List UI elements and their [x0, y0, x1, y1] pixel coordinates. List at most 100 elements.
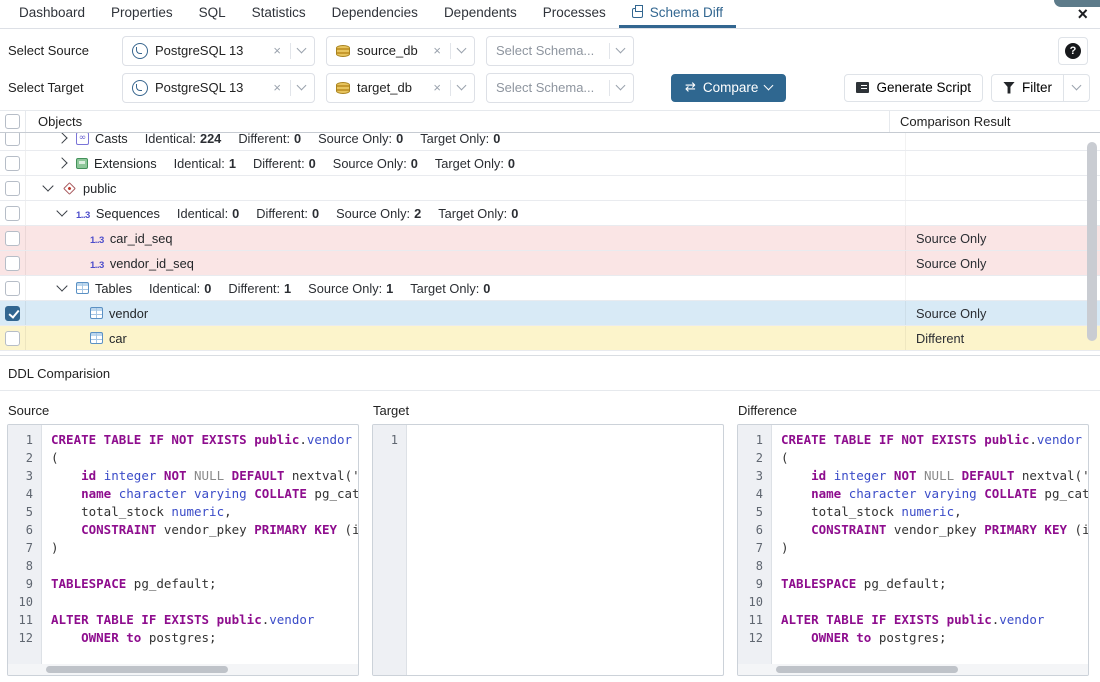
- table-row[interactable]: carDifferent: [0, 326, 1100, 351]
- table-row[interactable]: TablesIdentical:0Different:1Source Only:…: [0, 276, 1100, 301]
- tabs-container: DashboardPropertiesSQLStatisticsDependen…: [6, 0, 736, 28]
- row-checkbox[interactable]: [5, 156, 20, 171]
- code-area: [407, 425, 723, 675]
- filter-dropdown-button[interactable]: [1064, 74, 1090, 102]
- tab-statistics[interactable]: Statistics: [239, 0, 319, 28]
- chevron-down-icon[interactable]: [297, 81, 307, 91]
- horizontal-scrollbar-thumb[interactable]: [46, 666, 228, 673]
- table-row[interactable]: ExtensionsIdentical:1Different:0Source O…: [0, 151, 1100, 176]
- line-number: 5: [738, 503, 771, 521]
- table-row[interactable]: vendor_id_seqSource Only: [0, 251, 1100, 276]
- divider: [290, 80, 291, 96]
- horizontal-scrollbar-thumb[interactable]: [776, 666, 958, 673]
- stat: Different:1: [228, 281, 291, 296]
- ddl-pane-difference: Difference123456789101112CREATE TABLE IF…: [737, 396, 1089, 676]
- row-checkbox-cell: [0, 251, 26, 275]
- tab-dashboard[interactable]: Dashboard: [6, 0, 98, 28]
- target-database-select[interactable]: target_db ×: [326, 73, 475, 103]
- pane-title: Source: [7, 396, 359, 424]
- line-number: 7: [8, 539, 41, 557]
- sequence-icon: [90, 231, 104, 246]
- stat: Different:0: [253, 156, 316, 171]
- chevron-down-icon[interactable]: [457, 81, 467, 91]
- row-checkbox[interactable]: [5, 281, 20, 296]
- object-name: Sequences: [96, 206, 160, 221]
- tab-properties[interactable]: Properties: [98, 0, 186, 28]
- table-row[interactable]: vendorSource Only: [0, 301, 1100, 326]
- line-number: 1: [373, 431, 406, 449]
- chevron-down-icon[interactable]: [297, 44, 307, 54]
- objects-cell: vendor: [26, 301, 906, 325]
- database-icon: [336, 82, 350, 94]
- ddl-pane-target: Target 1: [372, 396, 724, 676]
- source-database-select[interactable]: source_db ×: [326, 36, 475, 66]
- difference-code-editor[interactable]: 123456789101112CREATE TABLE IF NOT EXIST…: [737, 424, 1089, 676]
- tab-label: Dependents: [444, 5, 517, 20]
- horizontal-scrollbar: [738, 664, 1088, 675]
- help-button[interactable]: ?: [1058, 37, 1088, 65]
- line-number: 11: [738, 611, 771, 629]
- tab-dependents[interactable]: Dependents: [431, 0, 530, 28]
- tab-sql[interactable]: SQL: [186, 0, 239, 28]
- table-icon: [76, 282, 89, 294]
- tab-schema-diff[interactable]: Schema Diff: [619, 0, 736, 28]
- generate-script-button[interactable]: Generate Script: [844, 74, 983, 102]
- line-number: 5: [8, 503, 41, 521]
- target-code-editor[interactable]: 1: [372, 424, 724, 676]
- tab-dependencies[interactable]: Dependencies: [319, 0, 431, 28]
- stat: Source Only:0: [333, 156, 418, 171]
- row-checkbox[interactable]: [5, 181, 20, 196]
- row-checkbox-cell: [0, 301, 26, 325]
- close-icon[interactable]: ×: [1065, 5, 1100, 23]
- source-server-select[interactable]: PostgreSQL 13 ×: [122, 36, 315, 66]
- expander-chevron-icon[interactable]: [42, 180, 53, 191]
- line-number: 8: [8, 557, 41, 575]
- chevron-down-icon[interactable]: [616, 44, 626, 54]
- chevron-down-icon[interactable]: [616, 81, 626, 91]
- tab-label: Schema Diff: [650, 5, 723, 20]
- tab-processes[interactable]: Processes: [530, 0, 619, 28]
- table-row[interactable]: SequencesIdentical:0Different:0Source On…: [0, 201, 1100, 226]
- tab-bar: DashboardPropertiesSQLStatisticsDependen…: [0, 0, 1100, 29]
- code-line: id integer NOT NULL DEFAULT nextval(': [51, 467, 358, 485]
- chevron-down-icon[interactable]: [457, 44, 467, 54]
- objects-cell: ExtensionsIdentical:1Different:0Source O…: [26, 151, 906, 175]
- table-row[interactable]: car_id_seqSource Only: [0, 226, 1100, 251]
- compare-button[interactable]: ⇄ Compare: [671, 74, 786, 102]
- source-schema-placeholder: Select Schema...: [496, 43, 594, 58]
- row-checkbox[interactable]: [5, 331, 20, 346]
- line-number: 1: [8, 431, 41, 449]
- target-schema-select[interactable]: Select Schema...: [486, 73, 634, 103]
- stat: Target Only:0: [438, 206, 518, 221]
- expander-chevron-icon[interactable]: [56, 280, 67, 291]
- pane-title: Target: [372, 396, 724, 424]
- select-all-checkbox[interactable]: [5, 114, 20, 129]
- source-code-editor[interactable]: 123456789101112CREATE TABLE IF NOT EXIST…: [7, 424, 359, 676]
- row-checkbox-cell: [0, 276, 26, 300]
- row-checkbox[interactable]: [5, 256, 20, 271]
- filter-split-button: Filter: [991, 74, 1090, 102]
- comparison-result-cell: Source Only: [906, 301, 1100, 325]
- clear-icon[interactable]: ×: [431, 43, 443, 58]
- row-checkbox[interactable]: [5, 306, 20, 321]
- table-row[interactable]: public: [0, 176, 1100, 201]
- expander-chevron-icon[interactable]: [56, 132, 67, 143]
- filter-button[interactable]: Filter: [991, 74, 1064, 102]
- generate-script-label: Generate Script: [876, 80, 971, 95]
- vertical-scrollbar-thumb[interactable]: [1087, 142, 1097, 341]
- expander-chevron-icon[interactable]: [56, 157, 67, 168]
- row-checkbox-cell: [0, 326, 26, 350]
- line-number: 9: [8, 575, 41, 593]
- line-number-gutter: 1: [373, 425, 407, 675]
- clear-icon[interactable]: ×: [271, 43, 283, 58]
- row-checkbox[interactable]: [5, 231, 20, 246]
- line-number: 1: [738, 431, 771, 449]
- stat: Identical:1: [174, 156, 236, 171]
- target-server-select[interactable]: PostgreSQL 13 ×: [122, 73, 315, 103]
- row-checkbox[interactable]: [5, 206, 20, 221]
- clear-icon[interactable]: ×: [431, 80, 443, 95]
- chevron-down-icon: [1072, 81, 1082, 91]
- clear-icon[interactable]: ×: [271, 80, 283, 95]
- source-schema-select[interactable]: Select Schema...: [486, 36, 634, 66]
- expander-chevron-icon[interactable]: [56, 205, 67, 216]
